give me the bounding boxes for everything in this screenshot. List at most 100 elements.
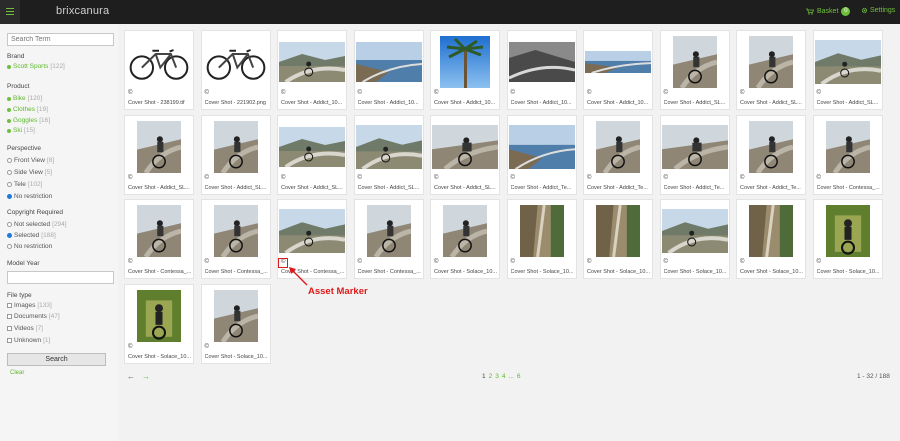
- asset-tile[interactable]: © Cover Shot - Solace_10...: [583, 199, 653, 279]
- asset-tile[interactable]: © Cover Shot - 238199.tif: [124, 30, 194, 110]
- asset-tile[interactable]: © Cover Shot - 221902.png: [200, 30, 271, 110]
- asset-tile[interactable]: © Cover Shot - Solace_10...: [659, 199, 730, 279]
- asset-tile[interactable]: © Cover Shot - Addict_SL...: [200, 114, 271, 195]
- asset-tile[interactable]: © Cover Shot - Solace_10...: [430, 199, 500, 279]
- asset-thumbnail[interactable]: [366, 205, 412, 262]
- asset-thumbnail[interactable]: [519, 204, 564, 262]
- asset-thumbnail[interactable]: [440, 36, 490, 93]
- asset-thumbnail[interactable]: [596, 204, 640, 262]
- asset-tile[interactable]: © Cover Shot - Solace_10...: [812, 199, 883, 279]
- asset-thumbnail[interactable]: [585, 51, 652, 78]
- menu-icon[interactable]: [0, 0, 20, 24]
- product-item-ski[interactable]: Ski [15]: [7, 127, 35, 134]
- asset-thumbnail[interactable]: [749, 36, 794, 93]
- asset-tile[interactable]: © Cover Shot - Addict_10...: [353, 30, 424, 110]
- copyright-marker-icon[interactable]: ©: [205, 175, 209, 181]
- asset-tile[interactable]: © Cover Shot - Solace_10...: [506, 199, 577, 279]
- asset-tile[interactable]: © Cover Shot - Contessa_...: [124, 199, 194, 279]
- asset-thumbnail[interactable]: [432, 124, 499, 174]
- asset-tile[interactable]: © Cover Shot - Addict_SL...: [736, 30, 806, 110]
- asset-thumbnail[interactable]: [355, 124, 422, 174]
- copyright-marker-icon[interactable]: ©: [740, 259, 744, 265]
- copyright-marker-icon[interactable]: ©: [664, 90, 668, 96]
- clear-link[interactable]: Clear: [10, 370, 24, 376]
- perspective-front-view[interactable]: Front View [8]: [7, 157, 54, 164]
- asset-tile[interactable]: © Cover Shot - Contessa_...: [200, 199, 271, 279]
- copyright-marker-icon[interactable]: ©: [281, 90, 285, 96]
- copyright-selected[interactable]: Selected [188]: [7, 232, 56, 239]
- asset-tile[interactable]: © Cover Shot - Addict_10...: [506, 30, 577, 110]
- asset-thumbnail[interactable]: [137, 120, 182, 178]
- file-type-videos[interactable]: Videos [7]: [7, 325, 43, 332]
- asset-tile[interactable]: © Cover Shot - Addict_SL...: [277, 114, 347, 195]
- search-input[interactable]: [7, 33, 114, 46]
- asset-thumbnail[interactable]: [443, 205, 488, 262]
- copyright-marker-icon[interactable]: ©: [128, 344, 132, 350]
- page-link[interactable]: 1: [482, 373, 486, 380]
- asset-thumbnail[interactable]: [749, 120, 794, 178]
- asset-thumbnail[interactable]: [672, 36, 718, 93]
- asset-thumbnail[interactable]: [814, 40, 881, 89]
- copyright-marker-icon[interactable]: ©: [205, 90, 209, 96]
- asset-thumbnail[interactable]: [749, 204, 793, 262]
- prev-page-arrow-icon[interactable]: ←: [127, 372, 135, 381]
- asset-tile[interactable]: © Cover Shot - Addict_10...: [277, 30, 347, 110]
- asset-thumbnail[interactable]: [508, 124, 575, 174]
- asset-tile[interactable]: © Cover Shot - Solace_10...: [736, 199, 806, 279]
- copyright-marker-icon[interactable]: ©: [128, 259, 132, 265]
- next-page-arrow-icon[interactable]: →: [142, 372, 150, 381]
- asset-tile[interactable]: © Cover Shot - Addict_Te...: [583, 114, 653, 195]
- asset-tile[interactable]: © Cover Shot - Addict_SL...: [353, 114, 424, 195]
- copyright-marker-icon[interactable]: ©: [740, 90, 744, 96]
- asset-tile[interactable]: © Cover Shot - Contessa_...: [353, 199, 424, 279]
- asset-tile[interactable]: © Cover Shot - Addict_SL...: [430, 114, 500, 195]
- page-link[interactable]: 4: [502, 373, 506, 380]
- model-year-input[interactable]: [7, 271, 114, 284]
- asset-thumbnail[interactable]: [661, 124, 728, 174]
- asset-thumbnail[interactable]: [825, 205, 870, 262]
- asset-tile[interactable]: © Cover Shot - Addict_Te...: [736, 114, 806, 195]
- file-type-documents[interactable]: Documents [47]: [7, 313, 60, 320]
- copyright-marker-icon[interactable]: ©: [434, 90, 438, 96]
- copyright-marker-icon[interactable]: ©: [434, 259, 438, 265]
- copyright-marker-icon[interactable]: ©: [740, 175, 744, 181]
- copyright-marker-icon[interactable]: ©: [587, 90, 591, 96]
- asset-thumbnail[interactable]: [126, 42, 192, 87]
- app-logo[interactable]: brixcanura: [56, 5, 109, 17]
- page-link[interactable]: 2: [489, 373, 493, 380]
- asset-tile[interactable]: © Cover Shot - Addict_SL...: [812, 30, 883, 110]
- copyright-marker-icon[interactable]: ©: [511, 175, 515, 181]
- copyright-marker-icon[interactable]: ©: [511, 259, 515, 265]
- copyright-marker-icon[interactable]: ©: [511, 90, 515, 96]
- asset-tile[interactable]: © Cover Shot - Contessa_...: [812, 114, 883, 195]
- asset-tile[interactable]: © Cover Shot - Solace_10...: [124, 283, 194, 364]
- asset-thumbnail[interactable]: [596, 120, 641, 178]
- brand-item-scott-sports[interactable]: Scott Sports [122]: [7, 63, 65, 70]
- asset-thumbnail[interactable]: [137, 289, 181, 347]
- file-type-unknown[interactable]: Unknown [1]: [7, 337, 50, 344]
- copyright-marker-icon[interactable]: ©: [128, 175, 132, 181]
- copyright-marker-icon[interactable]: ©: [587, 259, 591, 265]
- asset-tile[interactable]: © Cover Shot - Addict_10...: [583, 30, 653, 110]
- copyright-marker-icon[interactable]: ©: [205, 344, 209, 350]
- page-link[interactable]: 6: [517, 373, 521, 380]
- copyright-marker-icon[interactable]: ©: [128, 90, 132, 96]
- asset-thumbnail[interactable]: [213, 205, 259, 262]
- perspective-side-view[interactable]: Side View [5]: [7, 169, 52, 176]
- asset-thumbnail[interactable]: [137, 205, 182, 262]
- asset-tile[interactable]: © Cover Shot - Addict_Te...: [659, 114, 730, 195]
- copyright-marker-icon[interactable]: ©: [817, 175, 821, 181]
- asset-tile[interactable]: © Cover Shot - Addict_Te...: [506, 114, 577, 195]
- copyright-marker-icon[interactable]: ©: [281, 175, 285, 181]
- asset-thumbnail[interactable]: [213, 289, 259, 347]
- asset-thumbnail[interactable]: [507, 42, 575, 87]
- product-item-goggles[interactable]: Goggles [16]: [7, 117, 50, 124]
- asset-thumbnail[interactable]: [825, 120, 871, 178]
- perspective-tele[interactable]: Tele [102]: [7, 181, 42, 188]
- asset-tile[interactable]: © Cover Shot - Addict_SL...: [659, 30, 730, 110]
- copyright-marker-icon[interactable]: ©: [434, 175, 438, 181]
- file-type-images[interactable]: Images [133]: [7, 302, 52, 309]
- copyright-no-restriction[interactable]: No restriction: [7, 243, 52, 250]
- page-link[interactable]: 3: [495, 373, 499, 380]
- copyright-marker-icon[interactable]: ©: [587, 175, 591, 181]
